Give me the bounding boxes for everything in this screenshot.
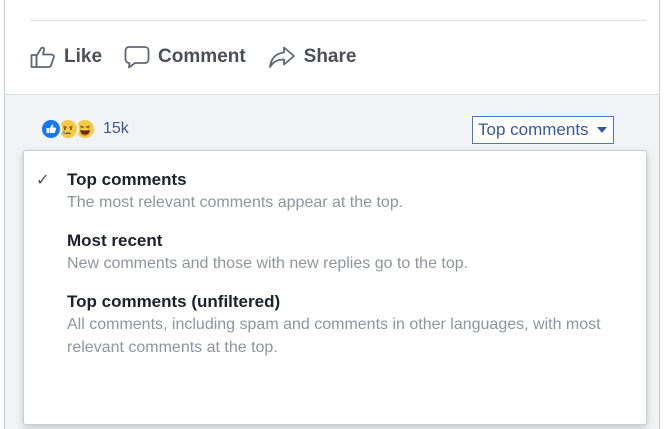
comment-sort-menu: ✓ Top comments The most relevant comment… bbox=[23, 150, 647, 425]
like-reaction-icon bbox=[40, 118, 62, 140]
like-button[interactable]: Like bbox=[30, 45, 102, 69]
sort-option-title: Top comments (unfiltered) bbox=[67, 292, 281, 311]
comment-sort-dropdown[interactable]: Top comments bbox=[472, 116, 614, 144]
share-arrow-icon bbox=[268, 45, 296, 69]
speech-bubble-icon bbox=[124, 45, 150, 69]
share-button[interactable]: Share bbox=[268, 45, 357, 69]
like-label: Like bbox=[64, 46, 103, 67]
sort-option-title: Most recent bbox=[67, 231, 163, 250]
comment-button[interactable]: Comment bbox=[124, 45, 246, 69]
post-action-bar: Like Comment Share bbox=[30, 28, 646, 86]
thumbs-up-icon bbox=[30, 45, 56, 69]
checkmark-icon: ✓ bbox=[36, 172, 50, 189]
comment-sort-selected: Top comments bbox=[478, 120, 589, 139]
sort-option-title: Top comments bbox=[67, 170, 187, 189]
reaction-summary[interactable]: 15k bbox=[40, 118, 129, 140]
sort-option-description: The most relevant comments appear at the… bbox=[67, 194, 404, 211]
sort-option-top-comments[interactable]: ✓ Top comments The most relevant comment… bbox=[24, 169, 646, 214]
caret-down-icon bbox=[596, 127, 607, 133]
reaction-count[interactable]: 15k bbox=[103, 120, 129, 138]
sort-option-description: New comments and those with new replies … bbox=[67, 255, 469, 272]
sort-option-most-recent[interactable]: Most recent New comments and those with … bbox=[24, 230, 646, 275]
sort-option-description: All comments, including spam and comment… bbox=[67, 316, 601, 356]
sort-option-top-comments-unfiltered[interactable]: Top comments (unfiltered) All comments, … bbox=[24, 291, 646, 359]
comment-label: Comment bbox=[158, 46, 246, 67]
top-divider bbox=[30, 20, 646, 21]
share-label: Share bbox=[303, 46, 357, 67]
